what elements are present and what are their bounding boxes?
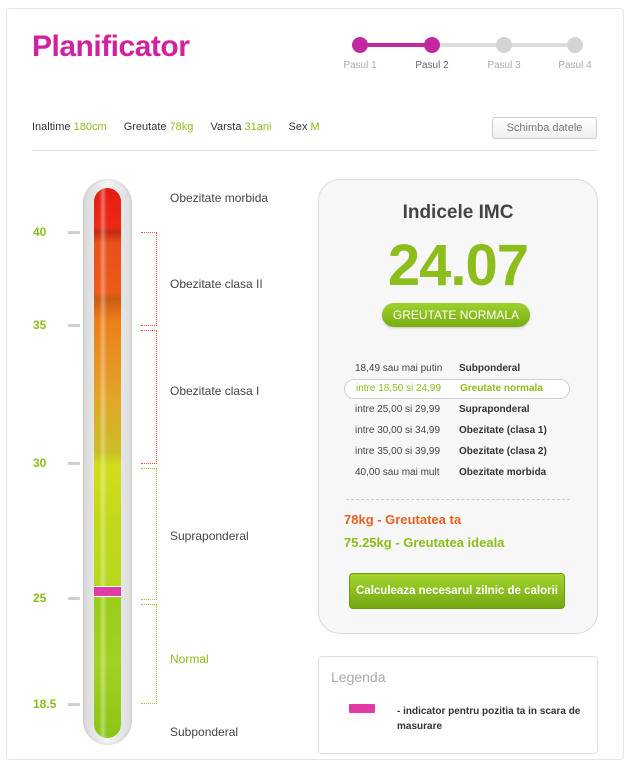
range-row: intre 25,00 si 29,99 Supraponderal: [344, 399, 570, 420]
range-category: Obezitate (clasa 2): [459, 446, 547, 457]
range-value: 18,49 sau mai putin: [355, 363, 443, 374]
scale-tick-label: 25: [33, 591, 47, 605]
divider: [32, 150, 598, 151]
legend-title: Legenda: [331, 669, 386, 685]
step-progress: Pasul 1 Pasul 2 Pasul 3 Pasul 4: [330, 30, 600, 80]
range-category: Subponderal: [459, 363, 521, 374]
zone-bracket: [141, 604, 157, 704]
scale-tick-label: 35: [33, 318, 47, 332]
scale-tick-mark: [68, 462, 80, 465]
scale-tick-mark: [68, 703, 80, 706]
range-category: Obezitate (clasa 1): [459, 425, 547, 436]
app-logo: Planificator: [32, 30, 190, 63]
step-dot-icon: [424, 37, 440, 53]
zone-bracket: [141, 468, 157, 600]
range-row: intre 35,00 si 39,99 Obezitate (clasa 2): [344, 441, 570, 462]
age-label: Varsta: [210, 121, 242, 133]
change-data-button[interactable]: Schimba datele: [492, 117, 597, 139]
profile-summary: Inaltime 180cm Greutate 78kg Varsta 31an…: [32, 121, 334, 133]
step-4[interactable]: Pasul 4: [545, 30, 605, 71]
zone-label-obese-1: Obezitate clasa I: [170, 384, 260, 398]
step-3[interactable]: Pasul 3: [474, 30, 534, 71]
zone-label-obese-2: Obezitate clasa II: [170, 277, 263, 291]
step-2[interactable]: Pasul 2: [402, 30, 462, 71]
legend-text: - indicator pentru pozitia ta in scara d…: [397, 706, 581, 732]
sex-value: M: [310, 121, 320, 133]
scale-tick-label: 18.5: [33, 697, 57, 711]
bmi-value: 24.07: [387, 233, 529, 298]
zone-bracket: [141, 232, 157, 326]
bmi-scale-fill: [94, 188, 121, 738]
scale-tick-mark: [68, 597, 80, 600]
sex-label: Sex: [288, 121, 308, 133]
step-label: Pasul 1: [343, 60, 377, 71]
zone-label-overweight: Supraponderal: [170, 529, 249, 543]
step-1[interactable]: Pasul 1: [330, 30, 390, 71]
bmi-range-table: 18,49 sau mai putin Subponderal intre 18…: [344, 358, 570, 483]
separator: [346, 499, 570, 500]
step-dot-icon: [352, 37, 368, 53]
range-category: Greutate normala: [460, 383, 543, 394]
calculate-calories-button[interactable]: Calculeaza necesarul zilnic de calorii: [349, 573, 565, 609]
height-value: 180cm: [73, 121, 107, 133]
range-category: Obezitate morbida: [459, 467, 547, 478]
range-value: intre 35,00 si 39,99: [355, 446, 441, 457]
bmi-position-indicator: [94, 586, 121, 597]
scale-tick-mark: [68, 324, 80, 327]
range-row-current: intre 18,50 si 24,99 Greutate normala: [344, 379, 570, 399]
ideal-weight: 75.25kg - Greutatea ideala: [344, 535, 505, 550]
range-row: intre 30,00 si 34,99 Obezitate (clasa 1): [344, 420, 570, 441]
scale-tick-mark: [68, 231, 80, 234]
range-value: intre 25,00 si 29,99: [355, 404, 441, 415]
zone-label-morbid: Obezitate morbida: [170, 191, 269, 205]
zone-bracket: [141, 330, 157, 464]
age-value: 31ani: [244, 121, 272, 133]
status-badge: GREUTATE NORMALA: [382, 303, 530, 327]
result-title: Indicele IMC: [402, 202, 514, 223]
range-value: intre 18,50 si 24,99: [356, 383, 442, 394]
step-label: Pasul 2: [415, 60, 449, 71]
range-row: 18,49 sau mai putin Subponderal: [344, 358, 570, 379]
height-label: Inaltime: [32, 121, 71, 133]
weight-value: 78kg: [169, 121, 194, 133]
step-label: Pasul 4: [558, 60, 592, 71]
step-dot-icon: [567, 37, 583, 53]
step-dot-icon: [496, 37, 512, 53]
step-label: Pasul 3: [487, 60, 521, 71]
range-row: 40,00 sau mai mult Obezitate morbida: [344, 462, 570, 483]
range-value: 40,00 sau mai mult: [355, 467, 440, 478]
weight-label: Greutate: [123, 121, 167, 133]
zone-label-normal: Normal: [170, 652, 209, 666]
current-weight: 78kg - Greutatea ta: [344, 512, 462, 527]
range-value: intre 30,00 si 34,99: [355, 425, 441, 436]
range-category: Supraponderal: [459, 404, 530, 415]
scale-tick-label: 30: [33, 456, 47, 470]
scale-tick-label: 40: [33, 225, 47, 239]
indicator-swatch-icon: [349, 704, 375, 713]
zone-label-underweight: Subponderal: [170, 725, 239, 739]
